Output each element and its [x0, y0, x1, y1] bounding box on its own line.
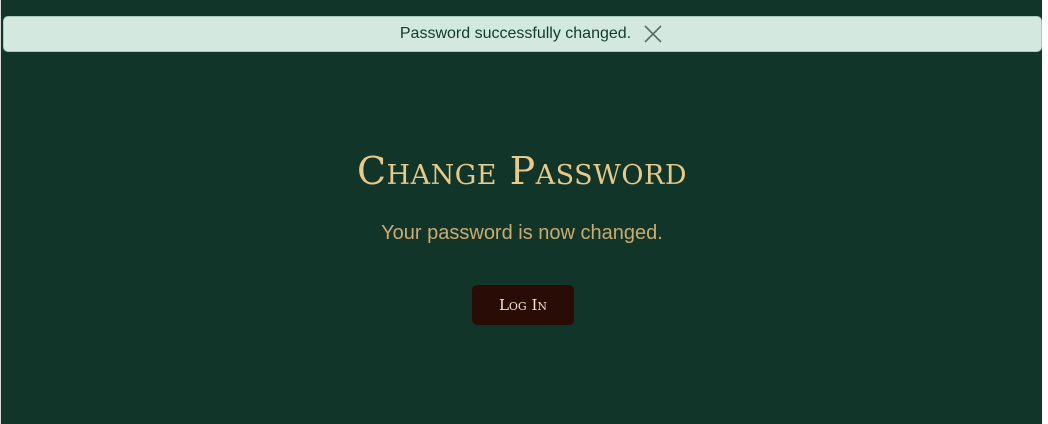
page-title: Change Password	[356, 149, 688, 193]
close-icon[interactable]	[643, 24, 663, 44]
success-notice: Password successfully changed.	[3, 16, 1042, 52]
notice-message: Password successfully changed.	[399, 25, 632, 42]
confirmation-message: Your password is now changed.	[381, 222, 663, 244]
log-in-button[interactable]: Log In	[472, 285, 574, 325]
page-background: Password successfully changed. Change Pa…	[0, 0, 1042, 424]
